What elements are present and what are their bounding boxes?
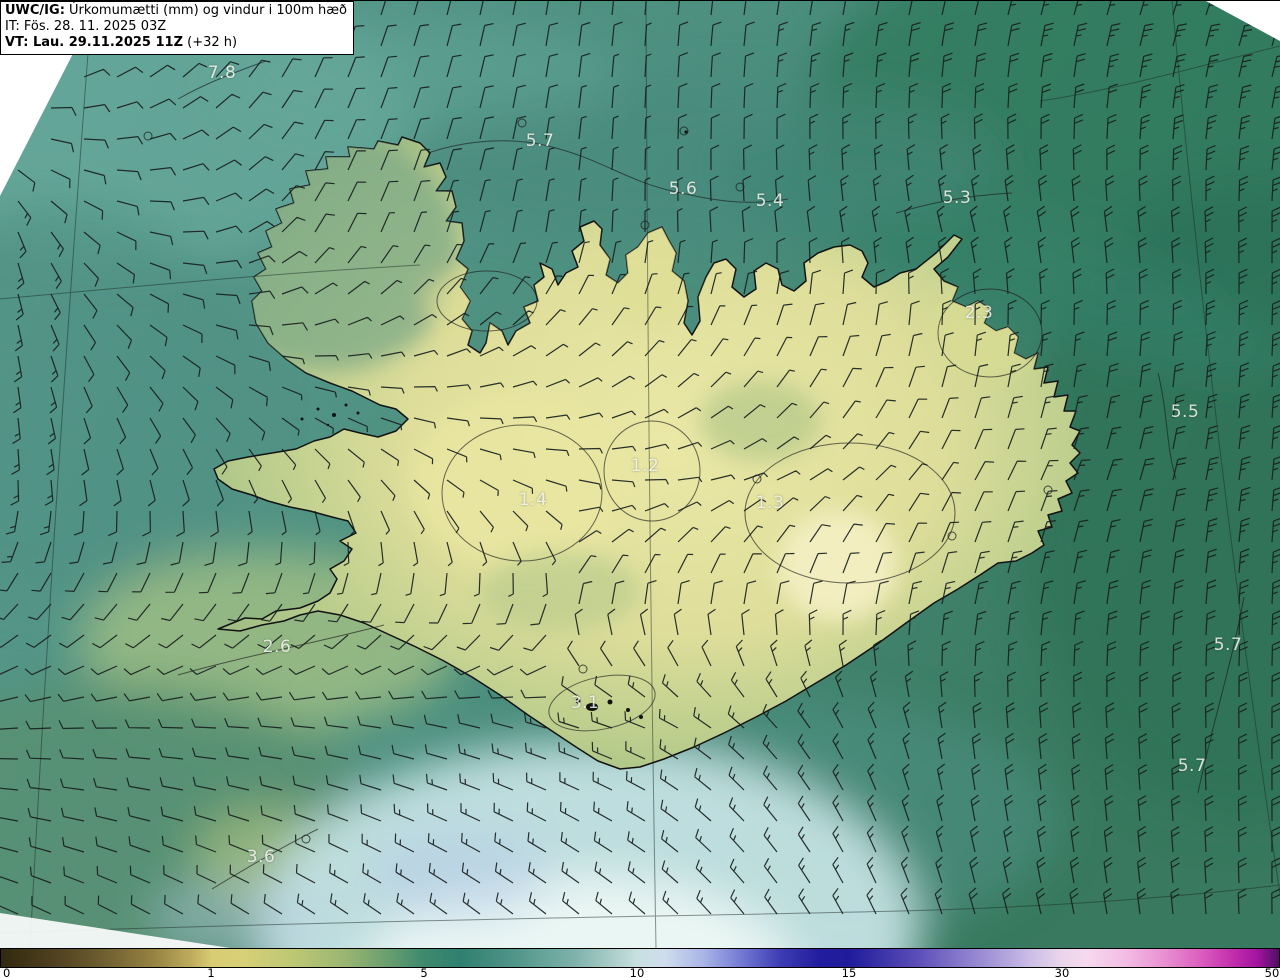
weather-map-screenshot: 7.8 5.7 5.6 5.4 5.3 2.3 5.5 1.4 1.2 1.3 2.6 3.1 5.7 5… (0, 0, 1280, 978)
title-line-init: IT: Fös. 28. 11. 2025 03Z (5, 19, 167, 34)
colorbar-tick-0: 0 (3, 966, 11, 978)
title-box: UWC/IG: Úrkomumætti (mm) og vindur i 100… (0, 1, 354, 55)
colorbar-tick-10: 10 (629, 966, 645, 978)
colorbar-tick-15: 15 (841, 966, 857, 978)
colorbar-tick-5: 5 (420, 966, 428, 978)
colorbar: 0 1 5 10 15 30 50 (0, 948, 1280, 978)
valid-offset: (+32 h) (187, 35, 238, 50)
map-area: 7.8 5.7 5.6 5.4 5.3 2.3 5.5 1.4 1.2 1.3 2.6 3.1 5.7 5… (0, 1, 1280, 948)
model-name: UWC/IG: (5, 3, 65, 18)
colorbar-tick-50: 50 (1264, 966, 1280, 978)
iceland-precip-wind-map (0, 1, 1280, 948)
title-line-valid: VT: Lau. 29.11.2025 11Z (+32 h) (5, 35, 347, 51)
title-line-product: UWC/IG: Úrkomumætti (mm) og vindur i 100… (5, 3, 347, 19)
colorbar-gradient (0, 948, 1280, 968)
colorbar-tick-30: 30 (1054, 966, 1070, 978)
colorbar-tick-1: 1 (207, 966, 215, 978)
valid-time: VT: Lau. 29.11.2025 11Z (5, 35, 184, 50)
product-name: Úrkomumætti (mm) og vindur i 100m hæð (69, 3, 347, 18)
